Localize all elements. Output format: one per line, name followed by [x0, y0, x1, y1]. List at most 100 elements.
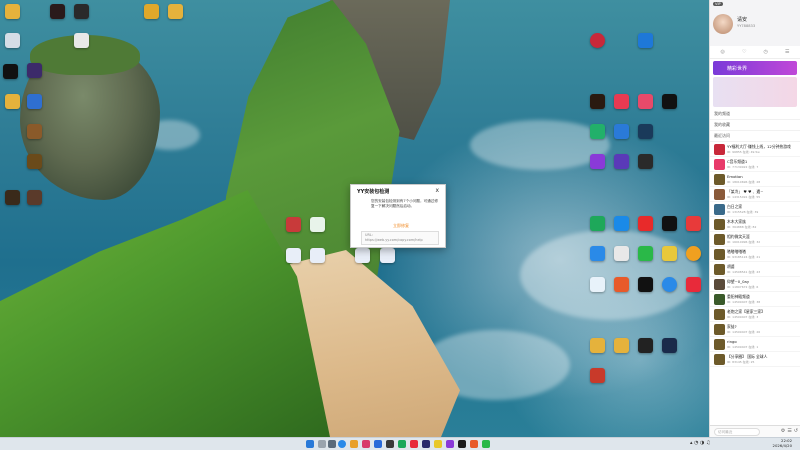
app-icon[interactable]: [614, 216, 629, 231]
list-item[interactable]: 【分享圈】 国际 全球人 ID: 83145 在线: 25: [710, 352, 800, 367]
repair-link[interactable]: 立即修复: [393, 223, 409, 229]
list-item[interactable]: 相约微笑天涯 ID: 16010996 在线: 32: [710, 232, 800, 247]
list-item[interactable]: 「某冷」 ♥ ♥ 、遇~ ID: 14315491 在线: 55: [710, 187, 800, 202]
section-my-channels[interactable]: 我的频道: [710, 109, 800, 120]
app-icon[interactable]: [74, 33, 89, 48]
tray-icons[interactable]: ▴ ◔ ◑ ♫: [690, 440, 711, 446]
app-icon[interactable]: [350, 440, 358, 448]
game-icon[interactable]: [27, 154, 42, 169]
clock[interactable]: 22:02 2026/4/20: [773, 438, 792, 449]
app-icon[interactable]: [458, 440, 466, 448]
menu-icon[interactable]: ☰: [787, 428, 791, 434]
tab-menu[interactable]: ☰: [785, 49, 789, 55]
app-icon[interactable]: [662, 94, 677, 109]
app-icon[interactable]: [638, 94, 653, 109]
list-item[interactable]: 胡婆 ID: 14508541 在线: 43: [710, 262, 800, 277]
close-icon[interactable]: x: [435, 187, 439, 194]
app-icon[interactable]: [638, 216, 653, 231]
word-document-icon[interactable]: [310, 248, 325, 263]
capcut-icon[interactable]: [3, 64, 18, 79]
list-item[interactable]: Emotion ID: 18010696 在线: 28: [710, 172, 800, 187]
app-icon[interactable]: [27, 94, 42, 109]
app-icon[interactable]: [590, 154, 605, 169]
app-icon[interactable]: [614, 246, 629, 261]
game-icon[interactable]: [5, 190, 20, 205]
wechat-icon[interactable]: [638, 246, 653, 261]
word-document-icon[interactable]: [355, 248, 370, 263]
app-icon[interactable]: [374, 440, 382, 448]
taskview-icon[interactable]: [328, 440, 336, 448]
folder-icon[interactable]: [144, 4, 159, 19]
word-document-icon[interactable]: [286, 248, 301, 263]
app-icon[interactable]: [686, 277, 701, 292]
app-icon[interactable]: [614, 154, 629, 169]
refresh-icon[interactable]: ↺: [794, 428, 798, 434]
game-icon[interactable]: [27, 124, 42, 139]
app-icon[interactable]: [5, 33, 20, 48]
list-item[interactable]: YY福利大厅·赚钱上线，12分钟热游戏 ID: 96855 在线: 49.5w: [710, 142, 800, 157]
folder-icon[interactable]: [5, 94, 20, 109]
folder-icon[interactable]: [168, 4, 183, 19]
app-icon[interactable]: [638, 124, 653, 139]
app-icon[interactable]: [638, 33, 653, 48]
tab-home[interactable]: ◎: [721, 49, 725, 55]
list-item[interactable]: 家徒? ID: 14509407 在线: 26: [710, 322, 800, 337]
app-icon[interactable]: [590, 246, 605, 261]
app-icon[interactable]: [590, 124, 605, 139]
list-item[interactable]: ringo ID: 14509407 在线: 1: [710, 337, 800, 352]
app-icon[interactable]: [27, 63, 42, 78]
search-icon[interactable]: [318, 440, 326, 448]
app-icon[interactable]: [590, 94, 605, 109]
game-icon[interactable]: [74, 4, 89, 19]
app-icon[interactable]: [662, 277, 677, 292]
url-text[interactable]: https://web.yy.com/copy.com/help: [365, 238, 435, 243]
steam-icon[interactable]: [662, 338, 677, 353]
app-icon[interactable]: [398, 440, 406, 448]
tab-history[interactable]: ◷: [764, 49, 768, 55]
app-icon[interactable]: [686, 216, 701, 231]
vip-badge[interactable]: VIP: [713, 2, 723, 6]
list-item[interactable]: 白日之家 ID: 1315528 在线: 39: [710, 202, 800, 217]
app-icon[interactable]: [590, 277, 605, 292]
app-icon[interactable]: [362, 440, 370, 448]
list-item[interactable]: 仰望~0_0ay ID: 11807672 在线: 6: [710, 277, 800, 292]
browser-icon[interactable]: [338, 440, 346, 448]
app-icon[interactable]: [434, 440, 442, 448]
promo-image[interactable]: [713, 77, 797, 107]
app-icon[interactable]: [614, 94, 629, 109]
app-icon[interactable]: [410, 440, 418, 448]
app-icon[interactable]: [662, 246, 677, 261]
promo-banner[interactable]: 精彩世界: [713, 61, 797, 75]
search-input[interactable]: 访问最近: [714, 428, 760, 436]
game-icon[interactable]: [50, 4, 65, 19]
app-icon[interactable]: [422, 440, 430, 448]
list-item[interactable]: 木木大家族 ID: 364888 在线: 82: [710, 217, 800, 232]
folder-icon[interactable]: [5, 4, 20, 19]
word-document-icon[interactable]: [380, 248, 395, 263]
folder-icon[interactable]: [590, 338, 605, 353]
app-icon[interactable]: [386, 440, 394, 448]
app-icon[interactable]: [590, 368, 605, 383]
section-my-collection[interactable]: 我的收藏: [710, 120, 800, 131]
list-item[interactable]: 老炮之家【星家三家】 ID: 14509407 在线: 3: [710, 307, 800, 322]
app-icon[interactable]: [470, 440, 478, 448]
app-icon[interactable]: [590, 33, 605, 48]
app-icon[interactable]: [614, 124, 629, 139]
settings-icon[interactable]: ⚙: [781, 428, 785, 434]
app-icon[interactable]: [482, 440, 490, 448]
app-icon[interactable]: [446, 440, 454, 448]
document-icon[interactable]: [310, 217, 325, 232]
tiktok-icon[interactable]: [638, 277, 653, 292]
list-item[interactable]: 嗒嗒嗒嗒嗒 ID: 93185124 在线: 21: [710, 247, 800, 262]
app-icon[interactable]: [662, 216, 677, 231]
list-item[interactable]: 重阳神殿频道 ID: 14509407 在线: 38: [710, 292, 800, 307]
app-icon[interactable]: [590, 216, 605, 231]
list-item[interactable]: C音乐频道1 ID: 77139922 在线: 7: [710, 157, 800, 172]
tab-favorites[interactable]: ♡: [742, 49, 746, 55]
avatar[interactable]: [713, 14, 733, 34]
game-icon[interactable]: [27, 190, 42, 205]
epic-games-icon[interactable]: [638, 338, 653, 353]
section-recent[interactable]: 最近访问: [710, 131, 800, 142]
app-icon[interactable]: [686, 246, 701, 261]
windows-start-icon[interactable]: [306, 440, 314, 448]
